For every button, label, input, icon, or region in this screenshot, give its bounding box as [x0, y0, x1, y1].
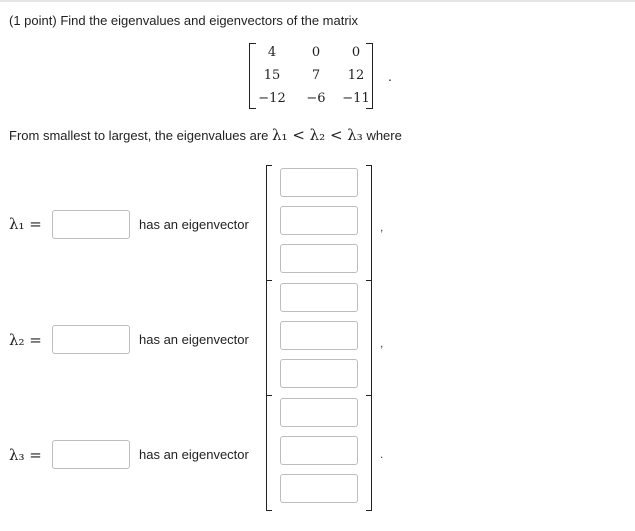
- matrix-period: .: [388, 68, 392, 84]
- ordering-text: From smallest to largest, the eigenvalue…: [9, 128, 269, 143]
- eigenvector-1-component-1-input[interactable]: [280, 168, 358, 197]
- matrix-cell: 15: [263, 68, 281, 83]
- matrix-cell: 12: [347, 68, 365, 83]
- matrix-cell: 0: [311, 45, 321, 60]
- top-border: [0, 0, 635, 2]
- problem-statement: (1 point) Find the eigenvalues and eigen…: [9, 13, 358, 28]
- vector-3-right-bracket: [366, 395, 372, 511]
- row-3-punct: .: [380, 447, 384, 461]
- matrix-cell: 7: [311, 68, 321, 83]
- vector-3-left-bracket: [266, 395, 272, 511]
- matrix-cell: −6: [306, 91, 326, 106]
- ordering-math: λ₁ < λ₂ < λ₃: [272, 126, 363, 144]
- problem-prompt: Find the eigenvalues and eigenvectors of…: [60, 13, 359, 28]
- eigenvector-2-component-2-input[interactable]: [280, 321, 358, 350]
- vector-2-left-bracket: [266, 280, 272, 396]
- eigenvector-2-component-1-input[interactable]: [280, 283, 358, 312]
- matrix-cell: −11: [342, 91, 370, 106]
- lambda-3-label: λ₃ =: [9, 446, 42, 464]
- matrix-cell: 4: [267, 45, 277, 60]
- lambda-1-label: λ₁ =: [9, 215, 42, 233]
- has-eigenvector-label: has an eigenvector: [139, 332, 249, 347]
- row-2-punct: ,: [380, 336, 384, 350]
- has-eigenvector-label: has an eigenvector: [139, 217, 249, 232]
- lambda-2-label: λ₂ =: [9, 331, 42, 349]
- row-1-punct: ,: [380, 220, 384, 234]
- has-eigenvector-label: has an eigenvector: [139, 447, 249, 462]
- matrix-cell: 0: [351, 45, 361, 60]
- ordering-sentence: From smallest to largest, the eigenvalue…: [9, 126, 402, 144]
- eigenvector-3-component-3-input[interactable]: [280, 474, 358, 503]
- points-label: (1 point): [9, 13, 57, 28]
- eigenvalue-3-input[interactable]: [52, 440, 130, 469]
- eigenvector-1-component-3-input[interactable]: [280, 244, 358, 273]
- eigenvector-1-component-2-input[interactable]: [280, 206, 358, 235]
- vector-1-left-bracket: [266, 165, 272, 281]
- vector-2-right-bracket: [366, 280, 372, 396]
- matrix-cell: −12: [258, 91, 286, 106]
- ordering-where: where: [366, 128, 402, 143]
- eigenvalue-1-input[interactable]: [52, 210, 130, 239]
- eigenvector-3-component-2-input[interactable]: [280, 436, 358, 465]
- eigenvector-2-component-3-input[interactable]: [280, 359, 358, 388]
- vector-1-right-bracket: [366, 165, 372, 281]
- eigenvalue-2-input[interactable]: [52, 325, 130, 354]
- eigenvector-3-component-1-input[interactable]: [280, 398, 358, 427]
